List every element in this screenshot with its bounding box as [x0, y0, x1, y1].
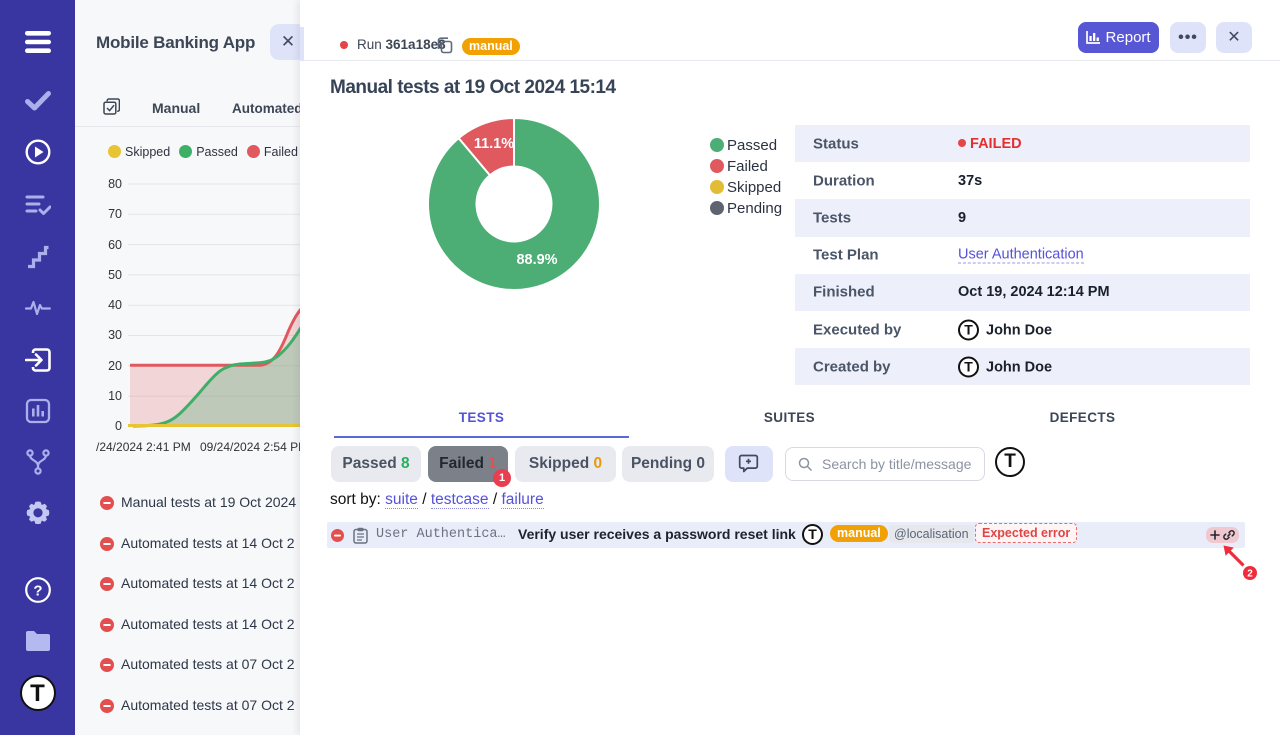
svg-text:11.1%: 11.1% [474, 136, 514, 152]
svg-text:88.9%: 88.9% [516, 252, 557, 268]
svg-text:?: ? [33, 583, 42, 600]
svg-text:2: 2 [1247, 569, 1253, 580]
